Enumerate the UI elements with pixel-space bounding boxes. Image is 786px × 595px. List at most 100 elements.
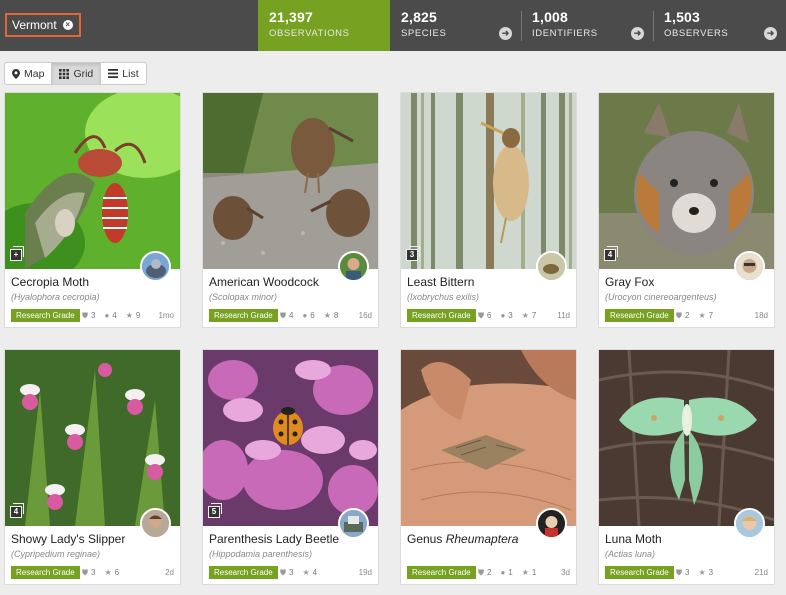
id-shield-icon: ⛊ [676, 567, 682, 577]
observation-card[interactable]: Luna Moth (Actias luna) Research Grade ⛊… [598, 349, 775, 585]
close-circle-icon[interactable]: × [62, 20, 73, 30]
observation-photo[interactable]: 4 [5, 350, 180, 526]
quality-grade-badge: Research Grade [605, 309, 674, 322]
observation-card[interactable]: Genus Rheumaptera Research Grade ⛊ 2 ● 1 ★… [400, 349, 577, 585]
place-filter-chip[interactable]: Vermont × [5, 13, 81, 37]
id-count: 4 [289, 311, 294, 320]
view-map-button[interactable]: Map [5, 63, 53, 84]
observation-age: 21d [754, 568, 768, 577]
common-name[interactable]: Gray Fox [605, 275, 654, 289]
stat-identifiers[interactable]: 1,008 IDENTIFIERS ➜ [521, 0, 653, 51]
comment-count: 1 [508, 568, 513, 577]
observation-age: 1mo [158, 311, 174, 320]
observation-photo[interactable] [401, 350, 576, 526]
star-icon: ★ [323, 311, 331, 320]
photo-count-badge: 5 [208, 503, 222, 518]
stat-number: 1,503 [664, 9, 701, 25]
fave-count: 7 [708, 311, 714, 320]
star-icon: ★ [302, 568, 310, 577]
id-shield-icon: ⛊ [478, 567, 484, 577]
avatar[interactable] [338, 251, 369, 282]
id-count: 3 [91, 568, 96, 577]
id-shield-icon: ⛊ [478, 310, 484, 320]
fave-count: 7 [531, 311, 537, 320]
common-name[interactable]: American Woodcock [209, 275, 319, 289]
scientific-name: (Ixobrychus exilis) [407, 292, 480, 302]
stat-observations[interactable]: 21,397 OBSERVATIONS [258, 0, 390, 51]
id-shield-icon: ⛊ [82, 310, 88, 320]
common-name[interactable]: Luna Moth [605, 532, 662, 546]
stat-number: 2,825 [401, 9, 438, 25]
common-name[interactable]: Cecropia Moth [11, 275, 89, 289]
observation-card[interactable]: 5 Parenthesis Lady Beetle (Hippodamia pa… [202, 349, 379, 585]
scientific-name: (Hippodamia parenthesis) [209, 549, 313, 559]
id-count: 3 [685, 568, 690, 577]
observation-photo[interactable]: 4 [599, 93, 774, 269]
comment-icon: ● [500, 311, 506, 320]
observation-age: 11d [557, 311, 570, 320]
avatar[interactable] [140, 508, 171, 539]
observation-age: 19d [358, 568, 372, 577]
common-name-prefix: Genus [407, 532, 446, 546]
arrow-right-circle-icon[interactable]: ➜ [631, 27, 644, 40]
observation-card[interactable]: 4 Gray Fox (Urocyon cinereoargenteus) Re… [598, 92, 775, 328]
id-count: 3 [91, 311, 96, 320]
observation-photo[interactable]: 3 [401, 93, 576, 269]
common-name[interactable]: Least Bittern [407, 275, 474, 289]
observation-meta: ⛊ 6 ● 3 ★ 7 [478, 309, 536, 322]
comment-icon: ● [500, 568, 506, 577]
observation-card[interactable]: + Cecropia Moth (Hyalophora cecropia) Re… [4, 92, 181, 328]
scientific-name: (Cypripedium reginae) [11, 549, 101, 559]
photo-count-badge: 4 [604, 246, 618, 261]
observation-meta: ⛊ 4 ● 6 ★ 8 [280, 309, 338, 322]
quality-grade-badge: Research Grade [407, 309, 476, 322]
avatar[interactable] [140, 251, 171, 282]
observation-card[interactable]: 4 Showy Lady's Slipper (Cypripedium regi… [4, 349, 181, 585]
avatar[interactable] [536, 251, 567, 282]
quality-grade-badge: Research Grade [605, 566, 674, 579]
observation-age: 3d [561, 568, 570, 577]
avatar[interactable] [338, 508, 369, 539]
scientific-name: (Hyalophora cecropia) [11, 292, 100, 302]
stat-observers[interactable]: 1,503 OBSERVERS ➜ [653, 0, 786, 51]
star-icon: ★ [698, 568, 706, 577]
fave-count: 1 [531, 568, 537, 577]
avatar[interactable] [734, 508, 765, 539]
observation-meta: ⛊ 3 ★ 4 [280, 566, 317, 579]
star-icon: ★ [521, 568, 529, 577]
grid-icon [59, 68, 70, 79]
observation-photo[interactable] [599, 350, 774, 526]
common-name[interactable]: Genus Rheumaptera [407, 532, 518, 546]
id-count: 6 [487, 311, 492, 320]
observation-photo[interactable] [203, 93, 378, 269]
view-list-button[interactable]: List [101, 63, 145, 84]
stat-species[interactable]: 2,825 SPECIES ➜ [390, 0, 521, 51]
comment-count: 6 [310, 311, 315, 320]
observation-age: 2d [165, 568, 174, 577]
scientific-name: (Actias luna) [605, 549, 656, 559]
observation-card[interactable]: American Woodcock (Scolopax minor) Resea… [202, 92, 379, 328]
common-name[interactable]: Parenthesis Lady Beetle [209, 532, 339, 546]
avatar[interactable] [536, 508, 567, 539]
id-count: 3 [289, 568, 294, 577]
photo-count-badge: 4 [10, 503, 24, 518]
stat-number: 21,397 [269, 9, 314, 25]
star-icon: ★ [698, 311, 706, 320]
stat-label: OBSERVATIONS [269, 28, 350, 39]
avatar[interactable] [734, 251, 765, 282]
observation-photo[interactable]: 5 [203, 350, 378, 526]
observation-photo[interactable]: + [5, 93, 180, 269]
map-pin-icon [12, 68, 20, 79]
comment-icon: ● [302, 311, 308, 320]
common-name[interactable]: Showy Lady's Slipper [11, 532, 125, 546]
list-icon [108, 69, 119, 78]
star-icon: ★ [104, 568, 112, 577]
arrow-right-circle-icon[interactable]: ➜ [499, 27, 512, 40]
id-count: 2 [487, 568, 492, 577]
observation-card[interactable]: 3 Least Bittern (Ixobrychus exilis) Rese… [400, 92, 577, 328]
view-grid-button[interactable]: Grid [52, 63, 102, 84]
id-shield-icon: ⛊ [280, 310, 286, 320]
genus-name: Rheumaptera [445, 532, 519, 546]
arrow-right-circle-icon[interactable]: ➜ [764, 27, 777, 40]
view-grid-label: Grid [73, 67, 94, 80]
